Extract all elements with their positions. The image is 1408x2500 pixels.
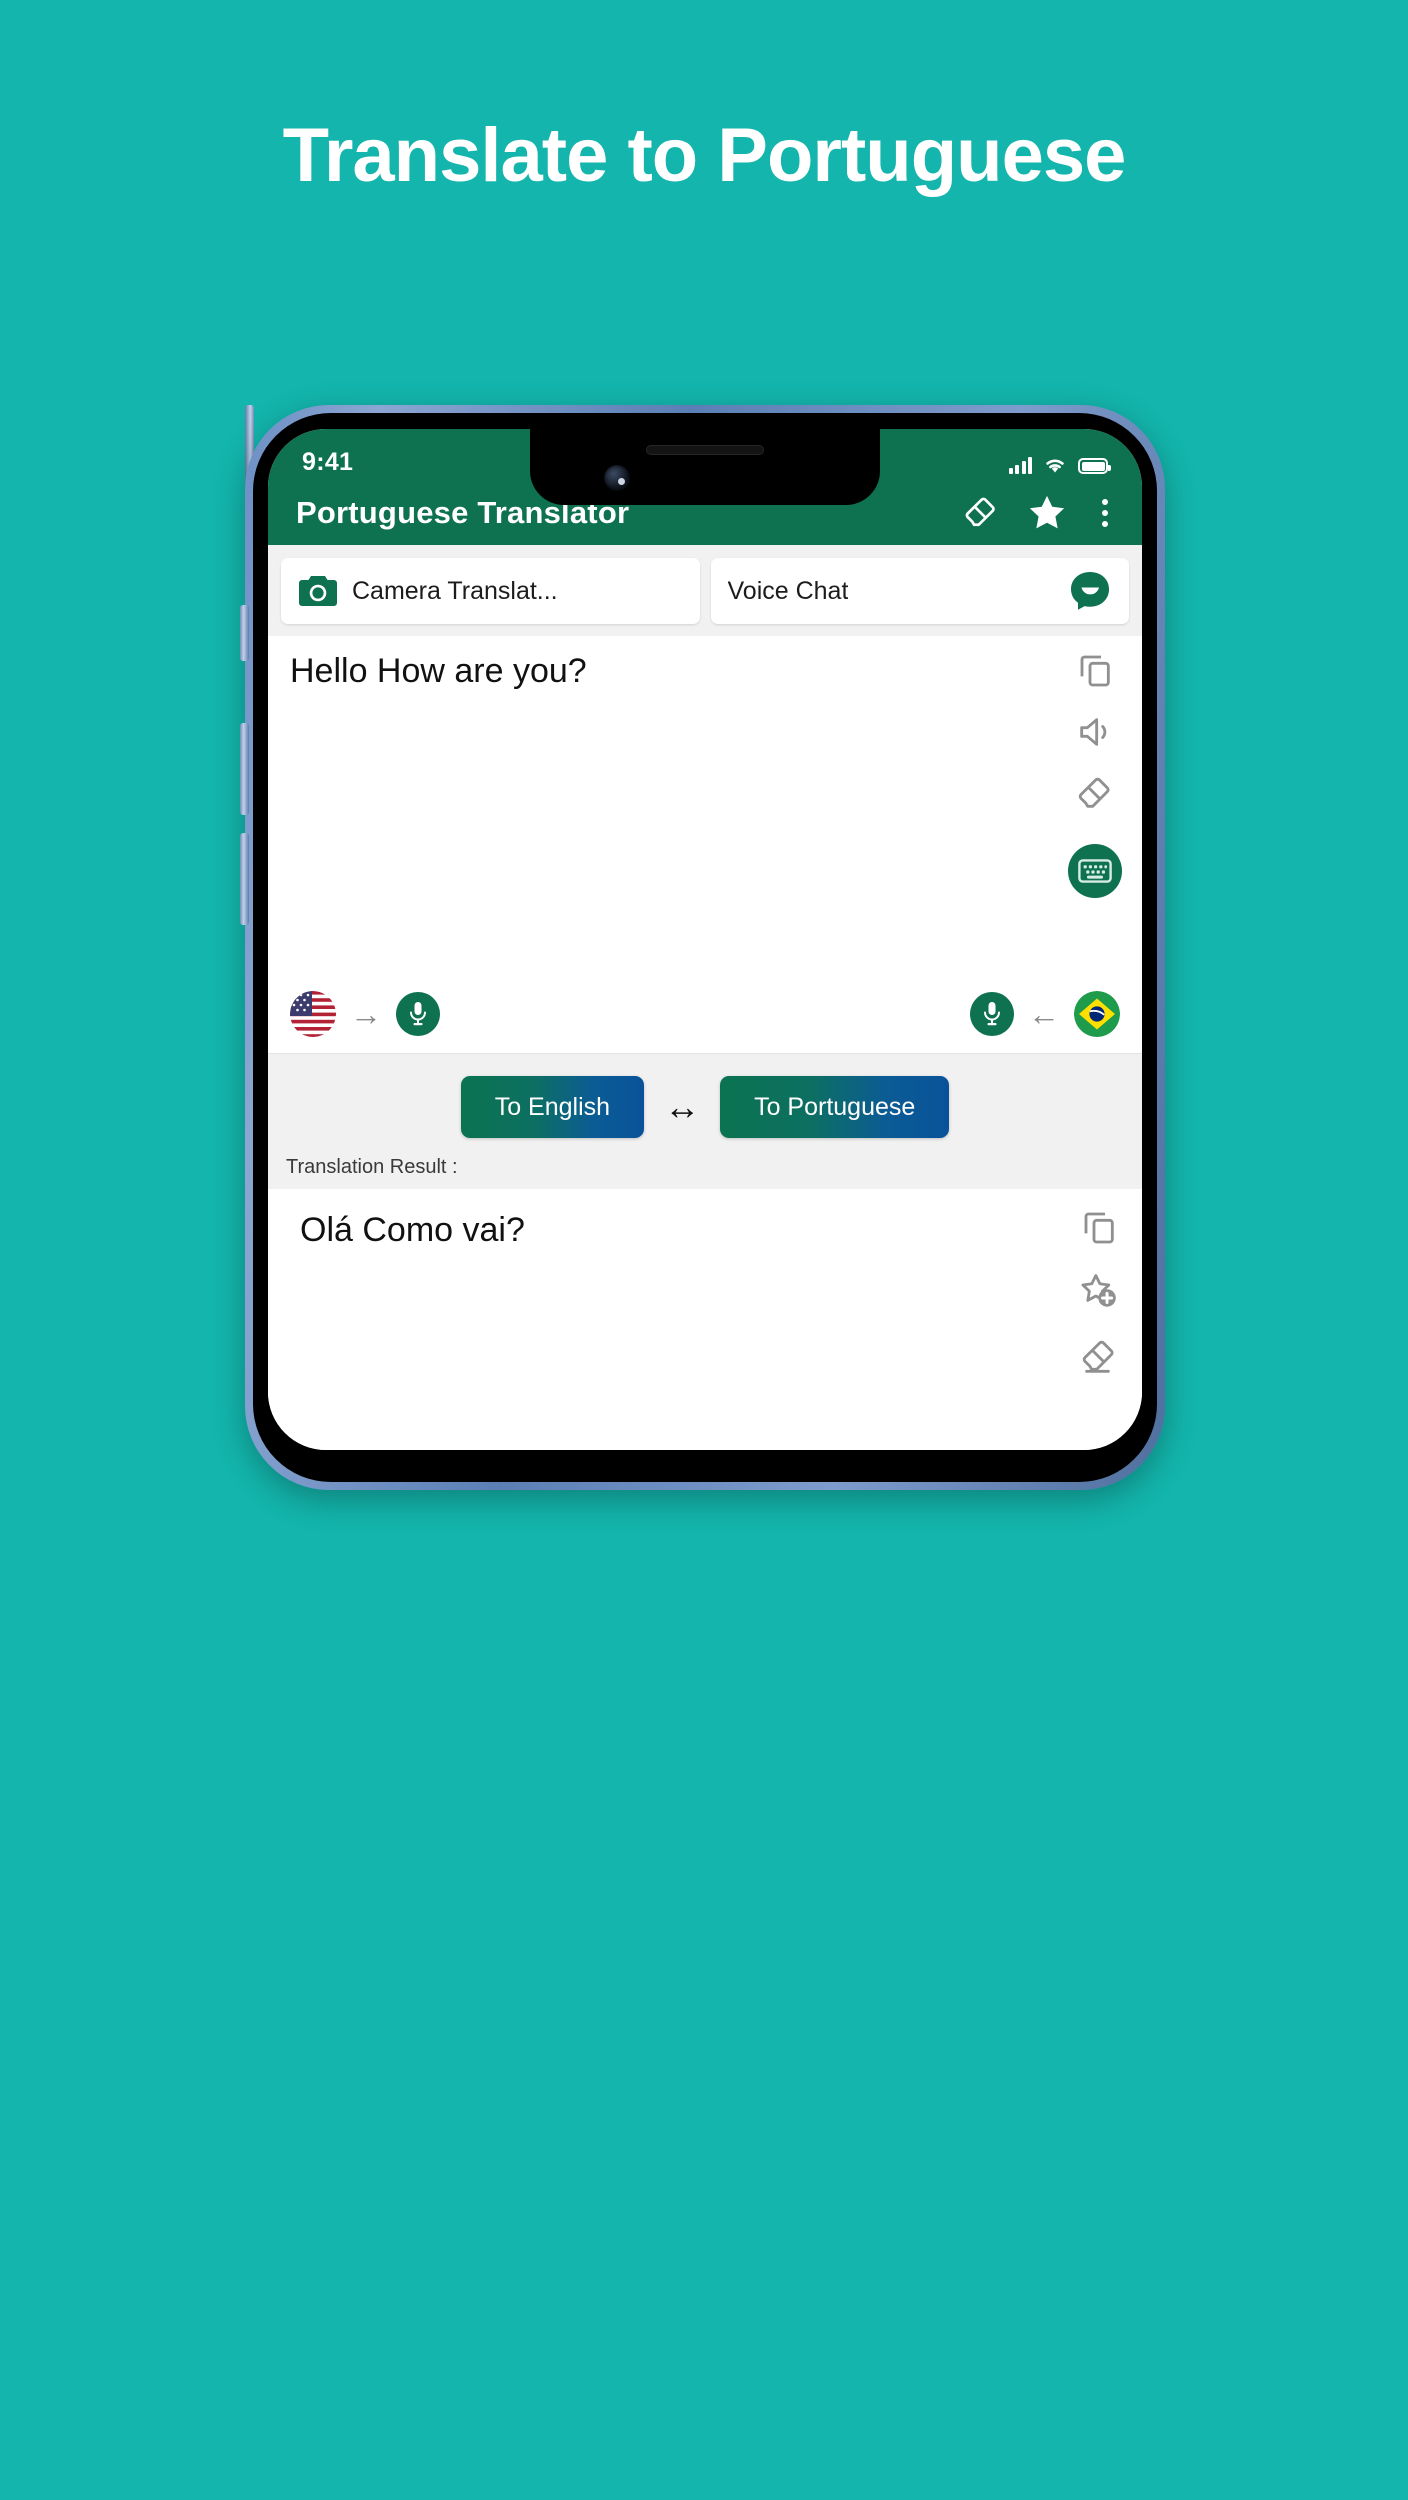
us-flag[interactable]	[290, 990, 336, 1037]
phone-silence-switch[interactable]	[240, 605, 249, 661]
speaker-icon[interactable]	[1075, 712, 1115, 752]
phone-volume-down-button[interactable]	[240, 833, 249, 925]
source-text-area[interactable]: Hello How are you?	[268, 636, 1142, 974]
cellular-signal-icon	[1008, 457, 1032, 474]
tab-voice-chat[interactable]: Voice Chat	[710, 558, 1129, 624]
phone-notch	[530, 429, 880, 505]
copy-icon[interactable]	[1075, 650, 1115, 690]
page-title: Translate to Portuguese	[282, 113, 1127, 198]
source-microphone-icon[interactable]	[396, 991, 440, 1036]
status-bar-time: 9:41	[302, 448, 354, 476]
eraser-icon[interactable]	[1075, 774, 1115, 814]
eraser-icon[interactable]	[962, 494, 1000, 532]
target-language-group: ←	[970, 990, 1120, 1037]
battery-icon	[1078, 458, 1111, 474]
status-bar-icons	[1008, 456, 1111, 477]
front-camera-icon	[604, 465, 630, 491]
brazil-flag[interactable]	[1074, 990, 1120, 1037]
to-english-button[interactable]: To English	[460, 1076, 645, 1138]
phone-mockup: 9:41 Portuguese Translator Camera Transl…	[240, 405, 1165, 1490]
keyboard-icon[interactable]	[1068, 844, 1122, 898]
tab-camera-translate[interactable]: Camera Translat...	[281, 558, 700, 624]
language-selection-row: → ←	[268, 974, 1142, 1054]
feature-tabs: Camera Translat... Voice Chat	[268, 545, 1142, 636]
translation-direction-row: To English ↔ To Portuguese	[268, 1076, 1142, 1138]
earpiece-speaker	[646, 445, 764, 455]
result-action-icons	[1078, 1207, 1120, 1377]
eraser-icon[interactable]	[1079, 1337, 1119, 1377]
tab-voice-chat-label: Voice Chat	[727, 576, 849, 605]
target-microphone-icon[interactable]	[970, 991, 1014, 1036]
camera-icon	[298, 574, 338, 608]
wifi-icon	[1043, 456, 1067, 474]
app-bar-actions	[962, 492, 1120, 534]
star-icon[interactable]	[1026, 492, 1068, 534]
phone-screen: 9:41 Portuguese Translator Camera Transl…	[268, 429, 1142, 1450]
chat-bubble-icon	[1068, 570, 1112, 612]
translation-result-area: Olá Como vai?	[268, 1189, 1142, 1450]
overflow-menu-icon[interactable]	[1094, 497, 1116, 529]
to-portuguese-button[interactable]: To Portuguese	[720, 1076, 950, 1138]
source-language-group: →	[290, 990, 440, 1037]
translation-result-text: Olá Como vai?	[300, 1211, 525, 1249]
source-action-icons	[1068, 650, 1122, 898]
translation-result-label: Translation Result :	[286, 1156, 458, 1178]
add-to-favorites-icon[interactable]	[1078, 1271, 1120, 1313]
source-text-value: Hello How are you?	[290, 652, 587, 690]
arrow-left-icon: ←	[1028, 995, 1060, 1032]
tab-camera-translate-label: Camera Translat...	[352, 576, 558, 605]
arrow-right-icon: →	[350, 995, 382, 1032]
swap-languages-icon[interactable]: ↔	[664, 1089, 700, 1125]
copy-icon[interactable]	[1079, 1207, 1119, 1247]
phone-volume-up-button[interactable]	[240, 723, 249, 815]
translation-direction-zone: To English ↔ To Portuguese Translation R…	[268, 1054, 1142, 1189]
